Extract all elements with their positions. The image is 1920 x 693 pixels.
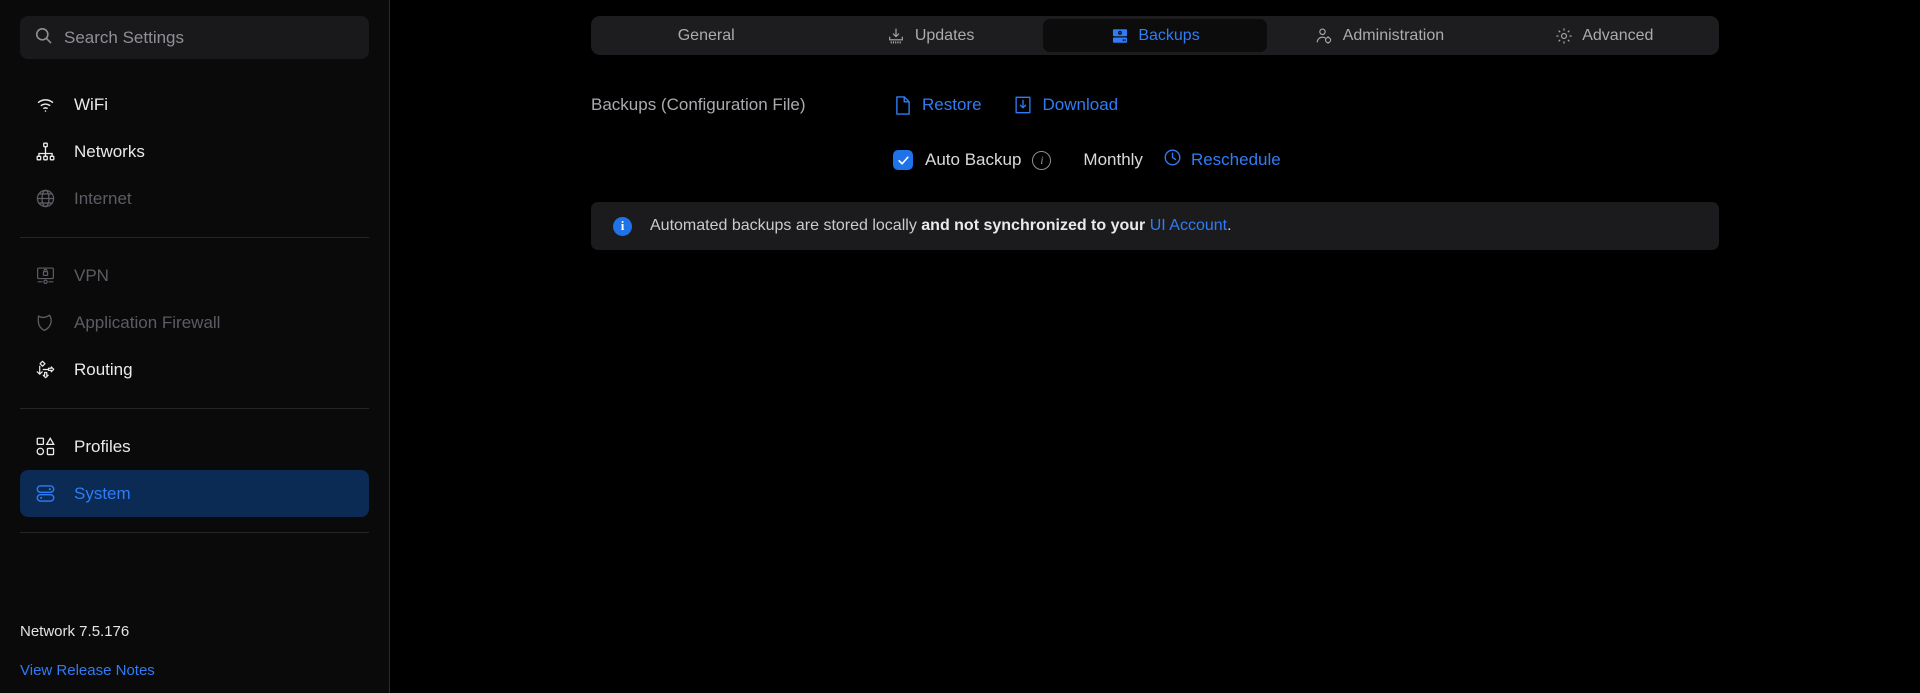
ui-account-link[interactable]: UI Account bbox=[1150, 217, 1227, 234]
tab-label: Backups bbox=[1138, 27, 1199, 45]
clock-icon bbox=[1163, 148, 1182, 172]
tab-general[interactable]: General bbox=[594, 19, 818, 52]
backups-panel: Backups (Configuration File) Restore bbox=[591, 84, 1719, 250]
backups-config-row: Backups (Configuration File) Restore bbox=[591, 84, 1719, 126]
settings-window: Search Settings WiFi bbox=[0, 0, 1920, 693]
updates-icon bbox=[887, 26, 906, 45]
sidebar-divider-3 bbox=[20, 532, 369, 533]
view-release-notes-link[interactable]: View Release Notes bbox=[20, 662, 369, 679]
info-banner-text: Automated backups are stored locally and… bbox=[650, 217, 1232, 235]
banner-text-bold: and not synchronized to your bbox=[921, 217, 1149, 234]
sidebar-item-label: Routing bbox=[74, 360, 133, 380]
auto-backup-checkbox[interactable] bbox=[893, 150, 913, 170]
nav-group-security: VPN Application Firewall bbox=[20, 252, 369, 393]
banner-text-end: . bbox=[1227, 217, 1231, 234]
download-label: Download bbox=[1043, 95, 1119, 115]
backups-icon bbox=[1110, 26, 1129, 45]
sidebar-item-label: Application Firewall bbox=[74, 313, 220, 333]
reschedule-label: Reschedule bbox=[1191, 150, 1281, 170]
gear-icon bbox=[1554, 26, 1573, 45]
sidebar-item-label: WiFi bbox=[74, 95, 108, 115]
sidebar-item-label: Internet bbox=[74, 189, 132, 209]
nav-group-system: Profiles System bbox=[20, 423, 369, 517]
tab-label: General bbox=[678, 27, 735, 45]
download-icon bbox=[1014, 95, 1033, 116]
download-button[interactable]: Download bbox=[1014, 95, 1119, 116]
sidebar: Search Settings WiFi bbox=[0, 0, 390, 693]
search-input[interactable]: Search Settings bbox=[20, 16, 369, 59]
tab-label: Updates bbox=[915, 27, 975, 45]
sidebar-item-system[interactable]: System bbox=[20, 470, 369, 517]
main-content: General Updates bbox=[390, 0, 1920, 693]
tab-bar: General Updates bbox=[591, 16, 1719, 55]
routing-icon bbox=[35, 359, 56, 380]
sidebar-item-networks[interactable]: Networks bbox=[20, 128, 369, 175]
backup-frequency-value: Monthly bbox=[1083, 150, 1143, 170]
system-icon bbox=[35, 483, 56, 504]
tab-administration[interactable]: Administration bbox=[1267, 19, 1491, 52]
wifi-icon bbox=[35, 94, 56, 115]
globe-icon bbox=[35, 188, 56, 209]
sidebar-item-label: Profiles bbox=[74, 437, 131, 457]
search-placeholder: Search Settings bbox=[64, 28, 184, 48]
sidebar-item-application-firewall[interactable]: Application Firewall bbox=[20, 299, 369, 346]
banner-text-plain: Automated backups are stored locally bbox=[650, 217, 921, 234]
sidebar-item-profiles[interactable]: Profiles bbox=[20, 423, 369, 470]
auto-backup-label: Auto Backup bbox=[925, 150, 1021, 170]
shield-icon bbox=[35, 312, 56, 333]
sidebar-divider-2 bbox=[20, 408, 369, 409]
sidebar-footer: Network 7.5.176 View Release Notes bbox=[20, 623, 369, 693]
sidebar-item-label: VPN bbox=[74, 266, 109, 286]
restore-label: Restore bbox=[922, 95, 982, 115]
auto-backup-row: Auto Backup i Monthly Reschedule bbox=[591, 140, 1719, 180]
reschedule-button[interactable]: Reschedule bbox=[1163, 148, 1281, 172]
tab-advanced[interactable]: Advanced bbox=[1492, 19, 1716, 52]
info-icon[interactable]: i bbox=[1032, 151, 1051, 170]
sidebar-divider-1 bbox=[20, 237, 369, 238]
nav-group-network: WiFi Networks bbox=[20, 81, 369, 222]
restore-button[interactable]: Restore bbox=[893, 95, 982, 116]
tab-label: Administration bbox=[1343, 27, 1444, 45]
backups-config-label: Backups (Configuration File) bbox=[591, 95, 893, 115]
info-banner: i Automated backups are stored locally a… bbox=[591, 202, 1719, 250]
tab-backups[interactable]: Backups bbox=[1043, 19, 1267, 52]
sidebar-item-vpn[interactable]: VPN bbox=[20, 252, 369, 299]
tab-updates[interactable]: Updates bbox=[818, 19, 1042, 52]
version-label: Network 7.5.176 bbox=[20, 623, 369, 640]
sidebar-item-label: System bbox=[74, 484, 131, 504]
sidebar-item-label: Networks bbox=[74, 142, 145, 162]
search-icon bbox=[34, 26, 53, 50]
tab-label: Advanced bbox=[1582, 27, 1653, 45]
vpn-icon bbox=[35, 265, 56, 286]
profiles-icon bbox=[35, 436, 56, 457]
file-icon bbox=[893, 95, 912, 116]
info-icon: i bbox=[613, 217, 632, 236]
networks-icon bbox=[35, 141, 56, 162]
administration-icon bbox=[1315, 26, 1334, 45]
sidebar-item-wifi[interactable]: WiFi bbox=[20, 81, 369, 128]
sidebar-item-routing[interactable]: Routing bbox=[20, 346, 369, 393]
sidebar-item-internet[interactable]: Internet bbox=[20, 175, 369, 222]
